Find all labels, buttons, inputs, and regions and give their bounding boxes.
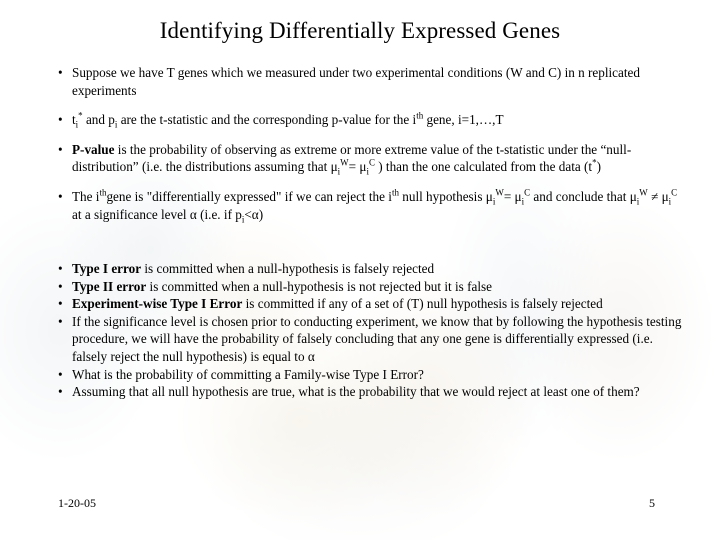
bullet-dot-icon: • xyxy=(58,188,63,204)
emphasis-term: P-value xyxy=(72,141,115,157)
bullet-item-b5: • Type I error is committed when a null-h… xyxy=(52,260,682,278)
bullet-dot-icon: • xyxy=(58,384,63,400)
emphasis-term: Type I error xyxy=(72,261,142,276)
bullet-text: If the significance level is chosen prio… xyxy=(72,313,682,364)
bullet-item-b10: • Assuming that all null hypothesis are t… xyxy=(52,383,682,401)
footer-date: 1-20-05 xyxy=(58,496,96,510)
bullet-group-errors: • Type I error is committed when a null-h… xyxy=(52,260,682,401)
bullet-text: The ithgene is "differentially expressed… xyxy=(72,187,678,225)
footer-page-number: 5 xyxy=(649,496,655,510)
page-title: Identifying Differentially Expressed Gen… xyxy=(159,18,561,43)
bullet-dot-icon: • xyxy=(58,261,63,276)
bullet-text: ti* and pi are the t-statistic and the c… xyxy=(72,110,504,130)
bullet-item-b8: • If the significance level is chosen pri… xyxy=(52,313,682,366)
bullet-item-b6: • Type II error is committed when a null-… xyxy=(52,278,682,296)
bullet-item-b3: • P-value is the probability of observing… xyxy=(52,141,682,178)
bullet-dot-icon: • xyxy=(58,141,63,157)
bullet-text: P-value is the probability of observing … xyxy=(72,141,632,178)
bullet-item-b2: • ti* and pi are the t-statistic and the … xyxy=(52,111,682,129)
bullet-dot-icon: • xyxy=(58,296,63,312)
bullet-group-definitions: • Suppose we have T genes which we measur… xyxy=(52,64,682,235)
bullet-dot-icon: • xyxy=(58,65,63,80)
bullet-text: Experiment-wise Type I Error is committe… xyxy=(72,296,603,312)
bullet-dot-icon: • xyxy=(58,278,63,294)
bullet-item-b1: • Suppose we have T genes which we measur… xyxy=(52,64,682,99)
bullet-dot-icon: • xyxy=(58,313,63,329)
bullet-text: Type II error is committed when a null-h… xyxy=(72,278,492,294)
bullet-item-b9: • What is the probability of committing a… xyxy=(52,366,682,384)
bullet-item-b4: • The ithgene is "differentially expresse… xyxy=(52,187,682,225)
bullet-text: What is the probability of committing a … xyxy=(72,366,424,382)
emphasis-term: Type II error xyxy=(72,278,147,294)
bullet-text: Suppose we have T genes which we measure… xyxy=(72,65,641,98)
bullet-text: Type I error is committed when a null-hy… xyxy=(72,261,435,276)
slide-content: Identifying Differentially Expressed Gen… xyxy=(0,0,720,540)
emphasis-term: Experiment-wise Type I Error xyxy=(72,296,243,312)
slide: Identifying Differentially Expressed Gen… xyxy=(0,0,720,540)
bullet-dot-icon: • xyxy=(58,112,63,128)
bullet-text: Assuming that all null hypothesis are tr… xyxy=(72,384,640,400)
bullet-item-b7: • Experiment-wise Type I Error is committ… xyxy=(52,295,682,313)
bullet-dot-icon: • xyxy=(58,366,63,382)
